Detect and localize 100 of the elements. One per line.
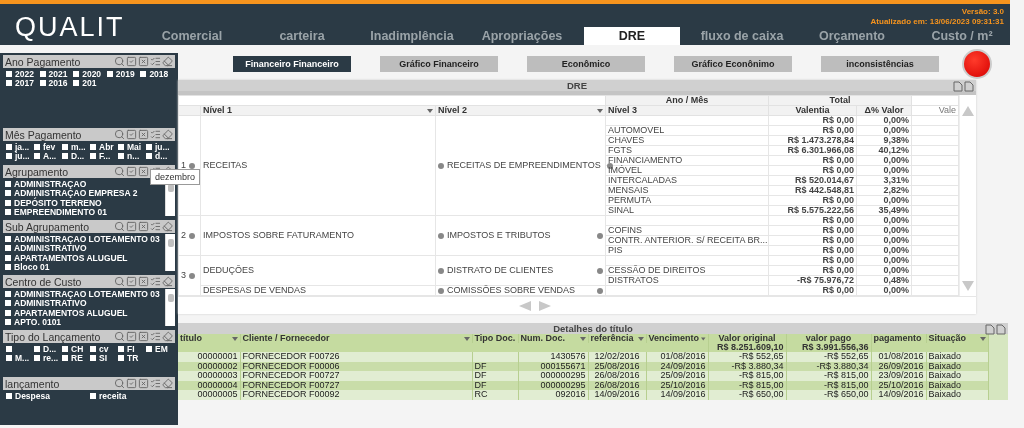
filter-option[interactable]: APARTAMENTOS ALUGUEL	[5, 253, 165, 263]
filter-option[interactable]: 2021	[39, 69, 72, 79]
checkbox[interactable]	[5, 300, 11, 307]
nav-tab[interactable]: fluxo de caixa	[694, 27, 790, 45]
checkbox[interactable]	[73, 70, 80, 77]
filter-option[interactable]: 2019	[106, 69, 139, 79]
eraser-icon[interactable]	[162, 56, 173, 67]
filter-option[interactable]: re...	[34, 353, 60, 363]
nav-tab[interactable]: Apropriações	[474, 27, 570, 45]
view-button[interactable]: Gráfico Financeiro	[380, 56, 498, 72]
view-button[interactable]: Gráfico Econônimo	[674, 56, 792, 72]
clear-box-icon[interactable]	[138, 166, 149, 177]
eraser-icon[interactable]	[162, 221, 173, 232]
checkbox[interactable]	[90, 143, 96, 150]
filter-option[interactable]: Abr	[90, 142, 116, 152]
collapse-icon[interactable]	[189, 272, 195, 279]
checkbox[interactable]	[6, 70, 12, 77]
filter-option[interactable]: SI	[90, 353, 116, 363]
checkbox[interactable]	[6, 143, 12, 150]
select-all-icon[interactable]	[126, 276, 137, 287]
dropdown-icon[interactable]	[979, 336, 986, 341]
scrollbar[interactable]	[165, 234, 175, 271]
column-header[interactable]: Tipo Doc.	[474, 334, 516, 343]
checkbox[interactable]	[34, 345, 40, 352]
filter-option[interactable]: CH	[62, 344, 88, 354]
export-icon[interactable]	[996, 324, 1006, 335]
filter-option[interactable]: RE	[62, 353, 88, 363]
filter-option[interactable]: cv	[90, 344, 116, 354]
save-icon[interactable]	[953, 81, 963, 92]
checkbox[interactable]	[118, 153, 124, 160]
nav-tab[interactable]: DRE	[584, 27, 680, 45]
checkbox[interactable]	[39, 70, 46, 77]
scrollbar[interactable]	[165, 289, 175, 326]
view-button[interactable]: Econômico	[527, 56, 645, 72]
filter-option[interactable]: F...	[90, 151, 116, 161]
collapse-icon[interactable]	[438, 287, 444, 294]
checkbox[interactable]	[5, 190, 11, 197]
filter-option[interactable]: ADMINISTRAÇAO LOTEAMENTO 03	[5, 289, 165, 299]
filter-option[interactable]: d...	[146, 151, 172, 161]
checkbox[interactable]	[146, 345, 152, 352]
list-check-icon[interactable]	[150, 378, 161, 389]
dropdown-icon[interactable]	[427, 108, 433, 113]
checkbox[interactable]	[118, 355, 124, 362]
filter-option[interactable]: n...	[118, 151, 144, 161]
nav-tab[interactable]: Custo / m²	[914, 27, 1010, 45]
nav-tab[interactable]: Comercial	[144, 27, 240, 45]
list-check-icon[interactable]	[150, 221, 161, 232]
select-all-icon[interactable]	[126, 221, 137, 232]
checkbox[interactable]	[118, 143, 124, 150]
filter-option[interactable]: m...	[62, 142, 88, 152]
filter-option[interactable]: 2016	[39, 78, 72, 88]
nav-tab[interactable]: Orçamento	[804, 27, 900, 45]
filter-option[interactable]: Despesa	[6, 391, 88, 401]
checkbox[interactable]	[6, 345, 12, 352]
filter-option[interactable]: 201	[73, 78, 105, 88]
checkbox[interactable]	[146, 143, 152, 150]
filter-option[interactable]: DEPÓSITO TERRENO	[5, 198, 165, 208]
clear-box-icon[interactable]	[138, 276, 149, 287]
checkbox[interactable]	[39, 80, 46, 87]
checkbox[interactable]	[62, 355, 68, 362]
dropdown-icon[interactable]	[579, 336, 586, 341]
eraser-icon[interactable]	[162, 378, 173, 389]
search-icon[interactable]	[114, 276, 125, 287]
checkbox[interactable]	[6, 80, 12, 87]
filter-option[interactable]: ADMINISTRATIVO	[5, 298, 165, 308]
eraser-icon[interactable]	[162, 331, 173, 342]
checkbox[interactable]	[5, 209, 11, 216]
filter-option[interactable]: ju...	[6, 151, 32, 161]
clear-box-icon[interactable]	[138, 221, 149, 232]
filter-option[interactable]: fev	[34, 142, 60, 152]
list-check-icon[interactable]	[150, 331, 161, 342]
filter-option[interactable]: 2020	[73, 69, 105, 79]
filter-option[interactable]: A...	[34, 151, 60, 161]
collapse-icon[interactable]	[438, 162, 444, 169]
checkbox[interactable]	[5, 309, 11, 316]
checkbox[interactable]	[140, 70, 147, 77]
checkbox[interactable]	[62, 345, 68, 352]
checkbox[interactable]	[34, 355, 40, 362]
checkbox[interactable]	[106, 70, 113, 77]
checkbox[interactable]	[5, 245, 11, 252]
filter-option[interactable]: TR	[118, 353, 144, 363]
filter-option[interactable]: D...	[62, 151, 88, 161]
filter-option[interactable]: Bloco 01	[5, 262, 165, 272]
checkbox[interactable]	[6, 153, 12, 160]
filter-option[interactable]: APTO. 0101	[5, 317, 165, 327]
search-icon[interactable]	[114, 166, 125, 177]
dropdown-icon[interactable]	[701, 336, 706, 341]
checkbox[interactable]	[90, 345, 96, 352]
filter-option[interactable]: ADMINISTRATIVO	[5, 243, 165, 253]
dropdown-icon[interactable]	[597, 108, 604, 113]
checkbox[interactable]	[118, 345, 124, 352]
checkbox[interactable]	[6, 392, 12, 399]
checkbox[interactable]	[90, 153, 96, 160]
dropdown-icon[interactable]	[231, 336, 238, 341]
nav-tab[interactable]: Inadimplência	[364, 27, 460, 45]
collapse-icon[interactable]	[597, 232, 604, 239]
filter-option[interactable]: M...	[6, 353, 32, 363]
filter-option[interactable]: 2022	[6, 69, 38, 79]
select-all-icon[interactable]	[126, 166, 137, 177]
clear-box-icon[interactable]	[138, 378, 149, 389]
